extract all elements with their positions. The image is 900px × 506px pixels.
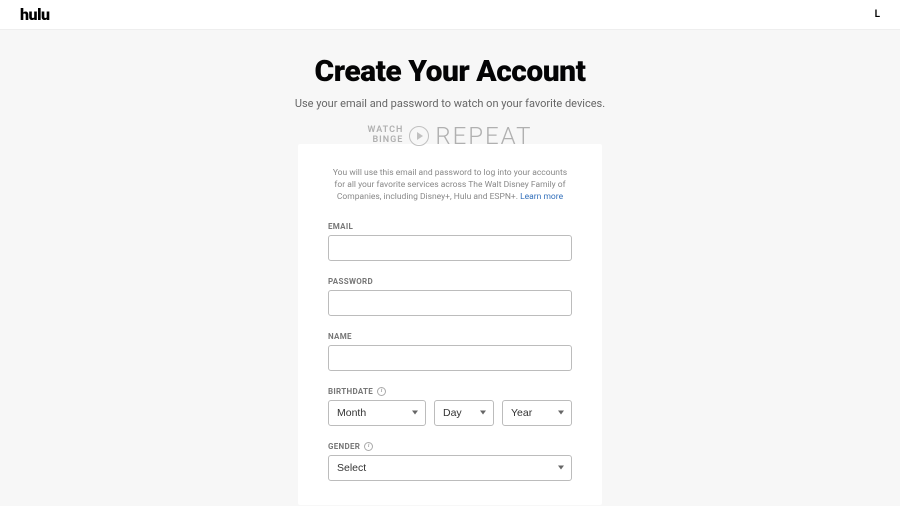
- birthdate-group: BIRTHDATE i Month Day: [328, 387, 572, 426]
- hulu-logo: hulu: [20, 5, 50, 24]
- day-select[interactable]: Day: [434, 400, 494, 426]
- birthdate-selects: Month Day Year: [328, 400, 572, 426]
- play-icon: [417, 132, 423, 140]
- password-label: PASSWORD: [328, 277, 572, 286]
- gender-label: GENDER: [328, 442, 360, 451]
- password-field[interactable]: [328, 290, 572, 316]
- email-label: EMAIL: [328, 222, 572, 231]
- gender-group: GENDER i Select: [328, 442, 572, 481]
- month-select-wrapper: Month: [328, 400, 426, 426]
- gender-select[interactable]: Select: [328, 455, 572, 481]
- password-group: PASSWORD: [328, 277, 572, 316]
- card-intro: You will use this email and password to …: [328, 168, 572, 204]
- name-group: NAME: [328, 332, 572, 371]
- name-label: NAME: [328, 332, 572, 341]
- tagline: WATCH BINGE REPEAT: [368, 122, 533, 150]
- page-content: Create Your Account Use your email and p…: [0, 30, 900, 505]
- login-link[interactable]: L: [875, 9, 880, 20]
- email-field[interactable]: [328, 235, 572, 261]
- page-header: hulu L: [0, 0, 900, 30]
- info-icon[interactable]: i: [364, 442, 373, 451]
- day-select-wrapper: Day: [434, 400, 494, 426]
- page-title: Create Your Account: [315, 54, 586, 89]
- year-select-wrapper: Year: [502, 400, 572, 426]
- month-select[interactable]: Month: [328, 400, 426, 426]
- gender-select-wrapper: Select: [328, 455, 572, 481]
- tagline-left: WATCH BINGE: [368, 126, 404, 146]
- tagline-repeat: REPEAT: [435, 122, 532, 150]
- email-group: EMAIL: [328, 222, 572, 261]
- year-select[interactable]: Year: [502, 400, 572, 426]
- page-subtitle: Use your email and password to watch on …: [295, 97, 605, 110]
- learn-more-link[interactable]: Learn more: [520, 192, 563, 202]
- gender-label-row: GENDER i: [328, 442, 572, 451]
- play-circle-icon: [409, 126, 429, 146]
- tagline-binge: BINGE: [372, 136, 403, 146]
- birthdate-label-row: BIRTHDATE i: [328, 387, 572, 396]
- signup-card: You will use this email and password to …: [298, 144, 602, 505]
- name-field[interactable]: [328, 345, 572, 371]
- birthdate-label: BIRTHDATE: [328, 387, 373, 396]
- info-icon[interactable]: i: [377, 387, 386, 396]
